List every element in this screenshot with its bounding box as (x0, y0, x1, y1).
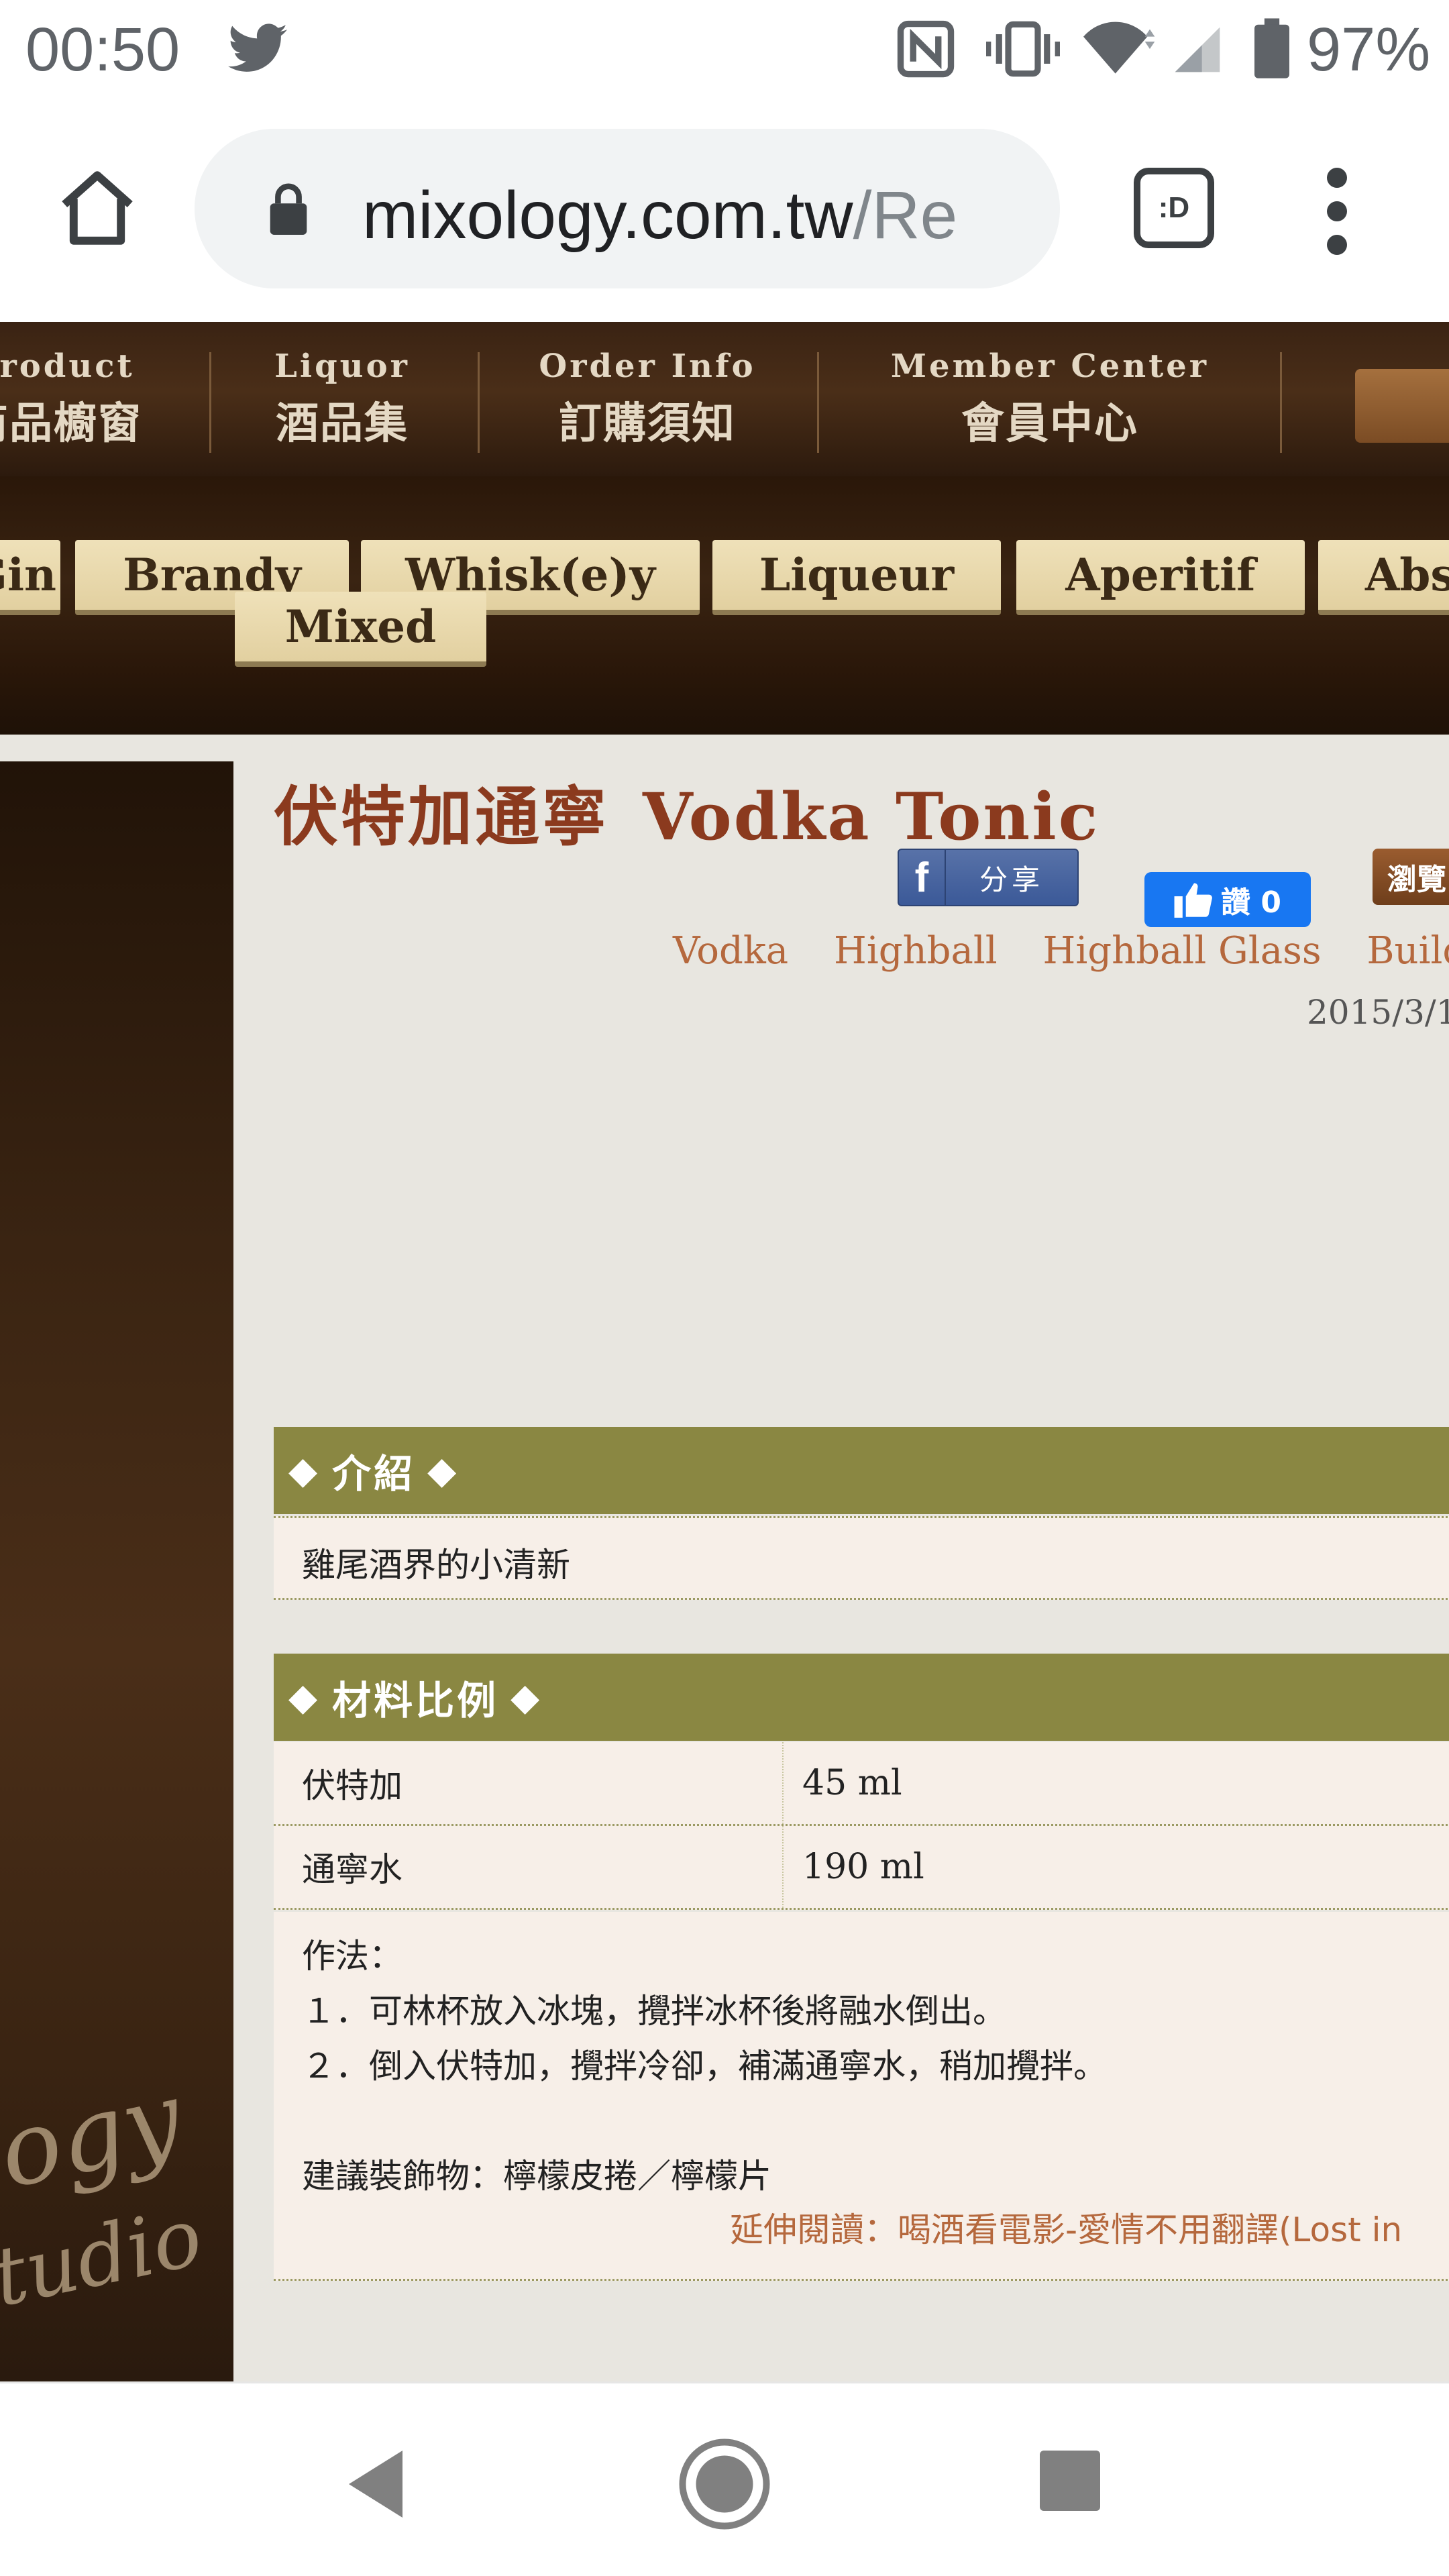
wifi-icon (1083, 21, 1155, 74)
ingredient-amount: 45 ml (802, 1763, 902, 1803)
category-bar: Gin Brandy Whisk(e)y Liqueur Aperitif Ab… (0, 476, 1449, 735)
nfc-icon (897, 20, 955, 78)
nav-member-center[interactable]: Member Center 會員中心 (865, 347, 1234, 451)
cocktail-title-en: Vodka Tonic (643, 779, 1100, 855)
diamond-icon: ◆ (511, 1675, 543, 1719)
facebook-like-button[interactable]: 讚 0 (1144, 872, 1311, 927)
mixology-logo: logy tudio (0, 2059, 210, 2325)
tag-base-spirit[interactable]: Vodka (673, 929, 788, 973)
nav-liquor[interactable]: Liquor 酒品集 (241, 347, 443, 451)
nav-liquor-en: Liquor (274, 347, 410, 385)
ingredient-name: 通寧水 (274, 1826, 784, 1908)
share-label: 分享 (979, 863, 1044, 896)
extended-reading-link[interactable]: 延伸閱讀：喝酒看電影-愛情不用翻譯(Lost in (730, 2202, 1402, 2257)
cocktail-tags: Vodka Highball Highball Glass Build (673, 929, 1449, 973)
nav-divider (817, 352, 819, 453)
browser-toolbar: mixology.com.tw/Re :D (0, 101, 1449, 322)
svg-text:logy: logy (0, 2059, 193, 2218)
post-date: 2015/3/1 (1307, 993, 1449, 1032)
category-tab-label: Mixed (284, 600, 437, 653)
nav-product-en: Product (0, 347, 135, 385)
thumbs-up-icon (1174, 883, 1212, 918)
ingredient-amount: 190 ml (802, 1847, 924, 1887)
address-bar[interactable]: mixology.com.tw/Re (195, 129, 1060, 288)
category-tab-label: Aperitif (1065, 549, 1256, 601)
signal-icon (1175, 27, 1220, 72)
system-nav-bar (0, 2381, 1449, 2576)
tab-switcher-label: :D (1158, 191, 1190, 224)
category-tab-label: Gin (0, 549, 56, 601)
more-menu-icon[interactable] (1313, 168, 1360, 255)
table-row: 通寧水 190 ml (274, 1826, 1449, 1910)
url-path: /Re (853, 178, 958, 253)
nav-product-zh: 商品櫥窗 (0, 398, 142, 449)
nav-order-info-zh: 訂購須知 (559, 398, 736, 449)
battery-icon (1254, 18, 1289, 78)
tag-glass[interactable]: Highball Glass (1043, 929, 1322, 973)
diamond-icon: ◆ (288, 1448, 321, 1493)
url-text: mixology.com.tw/Re (362, 177, 1033, 254)
nav-extra-button[interactable] (1355, 369, 1449, 443)
nav-divider (1280, 352, 1282, 453)
recipe-content: 伏特加通寧 Vodka Tonic f 分享 讚 0 瀏覽 Vodka Highb… (233, 761, 1449, 2381)
back-icon[interactable] (342, 2447, 409, 2521)
nav-liquor-zh: 酒品集 (276, 398, 409, 449)
intro-text: 雞尾酒界的小清新 (274, 1516, 1449, 1600)
intro-header-label: 介紹 (332, 1451, 416, 1497)
left-decor-panel: logy tudio (0, 761, 233, 2381)
cocktail-title-zh: 伏特加通寧 (274, 779, 609, 855)
nav-member-center-zh: 會員中心 (961, 398, 1138, 449)
tab-switcher-button[interactable]: :D (1134, 168, 1214, 248)
category-tab-liqueur[interactable]: Liqueur (712, 540, 1001, 615)
category-tab-absinthe[interactable]: Absinthe (1318, 540, 1449, 615)
facebook-share-button[interactable]: f 分享 (898, 849, 1079, 906)
intro-section-header: ◆ 介紹 ◆ (274, 1427, 1449, 1514)
status-bar: 00:50 97% (0, 0, 1449, 101)
nav-order-info[interactable]: Order Info 訂購須知 (510, 347, 785, 451)
status-time: 00:50 (25, 15, 180, 84)
diamond-icon: ◆ (427, 1448, 460, 1493)
lock-icon (270, 183, 307, 235)
nav-divider (209, 352, 211, 453)
category-tab-gin[interactable]: Gin (0, 540, 60, 615)
method-step: １．可林杯放入冰塊，攪拌冰杯後將融水倒出。 (302, 1992, 1006, 2031)
browse-button[interactable]: 瀏覽 (1373, 849, 1449, 905)
site-nav: Product 商品櫥窗 Liquor 酒品集 Order Info 訂購須知 … (0, 322, 1449, 476)
category-tab-mixed[interactable]: Mixed (235, 592, 486, 667)
nav-order-info-en: Order Info (539, 347, 756, 385)
nav-product[interactable]: Product 商品櫥窗 (0, 347, 154, 451)
method-step: ２．倒入伏特加，攪拌冷卻，補滿通寧水，稍加攪拌。 (302, 2047, 1107, 2086)
battery-percent: 97% (1307, 15, 1431, 84)
garnish-text: 建議裝飾物：檸檬皮捲／檸檬片 (302, 2157, 771, 2196)
ingredient-name: 伏特加 (274, 1742, 784, 1824)
method-section: 作法： １．可林杯放入冰塊，攪拌冰杯後將融水倒出。 ２．倒入伏特加，攪拌冷卻，補… (274, 1912, 1449, 2281)
category-tab-label: Liqueur (759, 549, 955, 601)
home-icon[interactable] (54, 164, 141, 252)
ingredients-header-label: 材料比例 (332, 1678, 499, 1723)
web-page: Product 商品櫥窗 Liquor 酒品集 Order Info 訂購須知 … (0, 322, 1449, 2381)
tag-technique[interactable]: Build (1366, 929, 1449, 973)
recents-icon[interactable] (1040, 2451, 1100, 2511)
nav-divider (478, 352, 480, 453)
table-row: 伏特加 45 ml (274, 1742, 1449, 1826)
svg-text:tudio: tudio (0, 2190, 210, 2325)
vibrate-icon (986, 21, 1060, 77)
browse-label: 瀏覽 (1387, 863, 1446, 897)
method-heading: 作法： (302, 1937, 402, 1976)
nav-member-center-en: Member Center (890, 347, 1210, 385)
category-tab-aperitif[interactable]: Aperitif (1016, 540, 1305, 615)
ingredients-section-header: ◆ 材料比例 ◆ (274, 1654, 1449, 1741)
like-label: 讚 0 (1221, 885, 1281, 920)
ingredients-table: 伏特加 45 ml 通寧水 190 ml (274, 1742, 1449, 1910)
home-circle-icon[interactable] (678, 2437, 771, 2531)
twitter-icon (228, 23, 287, 72)
facebook-icon: f (899, 850, 946, 905)
cocktail-title: 伏特加通寧 Vodka Tonic (274, 765, 1099, 858)
category-tab-label: Absinthe (1365, 549, 1449, 601)
diamond-icon: ◆ (288, 1675, 321, 1719)
url-host: mixology.com.tw (362, 178, 853, 253)
tag-style[interactable]: Highball (834, 929, 998, 973)
